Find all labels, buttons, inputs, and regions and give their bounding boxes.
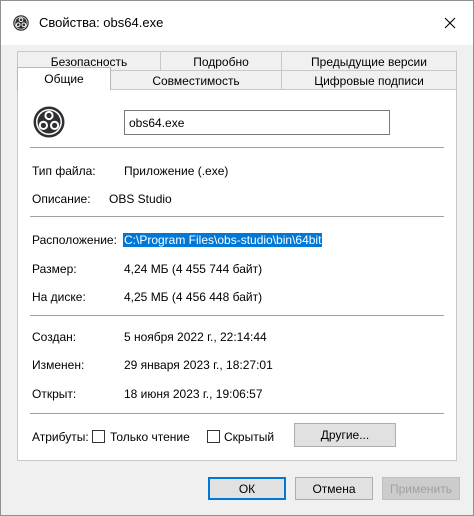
disk-size-label: На диске: (32, 290, 86, 304)
size-label: Размер: (32, 262, 77, 276)
hidden-checkbox[interactable] (207, 430, 220, 443)
hidden-label[interactable]: Скрытый (224, 430, 274, 444)
window-title: Свойства: obs64.exe (39, 15, 164, 30)
file-type-value: Приложение (.exe) (124, 164, 229, 178)
opened-label: Открыт: (32, 387, 77, 401)
tab-previous-versions[interactable]: Предыдущие версии (281, 51, 457, 71)
tab-details[interactable]: Подробно (160, 51, 282, 71)
cancel-button[interactable]: Отмена (295, 477, 373, 500)
disk-size-value: 4,25 МБ (4 456 448 байт) (124, 290, 263, 304)
tab-general[interactable]: Общие (17, 67, 111, 90)
separator (30, 413, 444, 414)
other-attributes-button[interactable]: Другие... (294, 423, 396, 447)
obs-logo-icon (13, 15, 29, 31)
separator (30, 147, 444, 148)
apply-button[interactable]: Применить (382, 477, 460, 500)
modified-value: 29 января 2023 г., 18:27:01 (124, 358, 273, 372)
title-bar[interactable]: Свойства: obs64.exe (1, 1, 473, 45)
properties-window: Свойства: obs64.exe Безопасность Подробн… (0, 0, 474, 516)
attributes-label: Атрибуты: (32, 430, 89, 444)
ok-button[interactable]: ОК (208, 477, 286, 500)
close-icon (444, 17, 456, 29)
close-button[interactable] (427, 1, 473, 45)
file-name-input[interactable] (124, 110, 390, 135)
readonly-label[interactable]: Только чтение (110, 430, 190, 444)
created-value: 5 ноября 2022 г., 22:14:44 (124, 330, 267, 344)
location-value[interactable]: C:\Program Files\obs-studio\bin\64bit (123, 233, 323, 247)
modified-label: Изменен: (32, 358, 85, 372)
description-label: Описание: (32, 192, 91, 206)
description-value: OBS Studio (109, 192, 172, 206)
general-tab-panel: Тип файла: Приложение (.exe) Описание: O… (17, 89, 457, 461)
size-value: 4,24 МБ (4 455 744 байт) (124, 262, 263, 276)
location-label: Расположение: (32, 233, 117, 247)
created-label: Создан: (32, 330, 77, 344)
tab-digital-signatures[interactable]: Цифровые подписи (281, 70, 457, 90)
tab-compatibility[interactable]: Совместимость (110, 70, 282, 90)
opened-value: 18 июня 2023 г., 19:06:57 (124, 387, 263, 401)
separator (30, 315, 444, 316)
separator (30, 216, 444, 217)
obs-logo-icon (33, 106, 65, 138)
file-type-label: Тип файла: (32, 164, 96, 178)
readonly-checkbox[interactable] (92, 430, 105, 443)
